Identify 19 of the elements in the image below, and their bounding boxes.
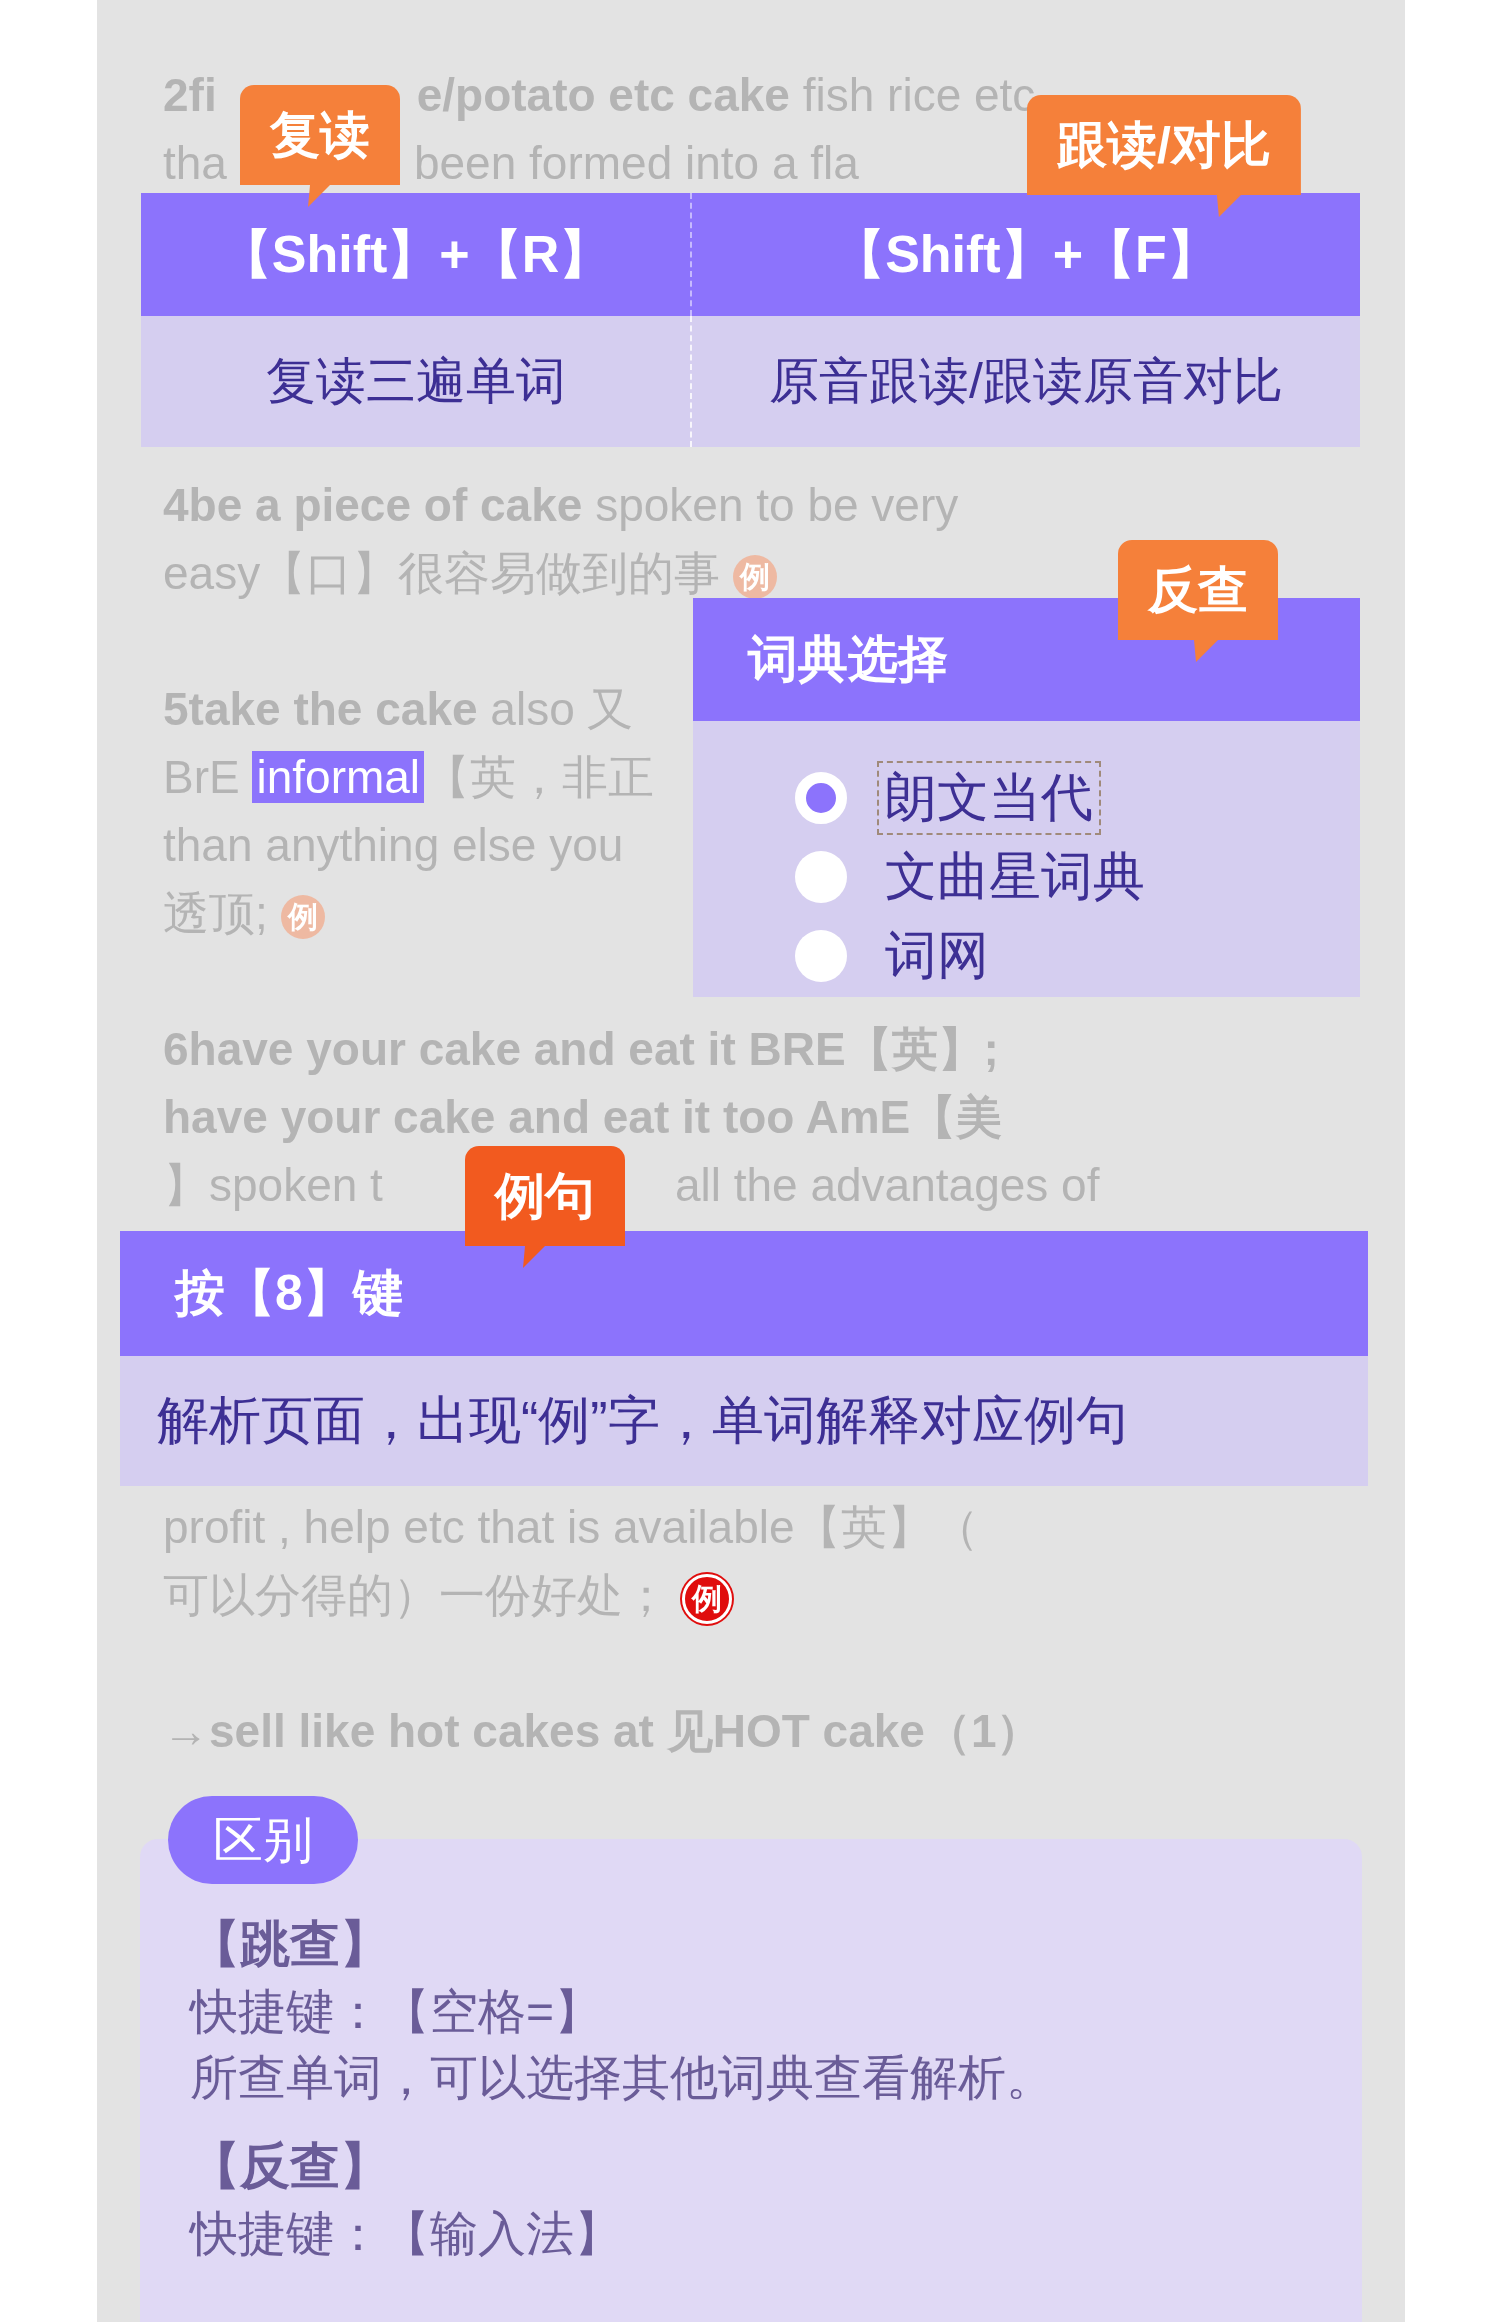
option-label[interactable]: 朗文当代 [877,760,1101,835]
panel-title: 词典选择 [748,630,948,689]
panel-title: 按【8】键 [175,1264,403,1323]
highlighted-word: informal [252,751,425,803]
shortcut-description: 原音跟读/跟读原音对比 [690,316,1360,447]
option-label[interactable]: 词网 [877,918,997,993]
panel-description: 解析页面，出现“例”字，单词解释对应例句 [157,1390,1128,1451]
shortcut-text: 快捷键：【输入法】 [190,2206,623,2262]
example-marker[interactable]: 例 [681,1573,732,1624]
radio-button[interactable] [795,929,847,982]
radio-button[interactable] [795,771,847,824]
option-label[interactable]: 文曲星词典 [877,839,1153,914]
radio-button[interactable] [795,850,847,903]
section-heading: 【反查】 [190,2137,391,2196]
section-description: 所查单词，可以选择其他词典查看解析。 [190,2050,1055,2106]
shortcut-text: 快捷键：【空格=】 [190,1984,604,2040]
section-badge: 区别 [168,1796,358,1884]
shortcut-description: 复读三遍单词 [264,352,567,411]
section-heading: 【跳查】 [190,1915,391,1974]
